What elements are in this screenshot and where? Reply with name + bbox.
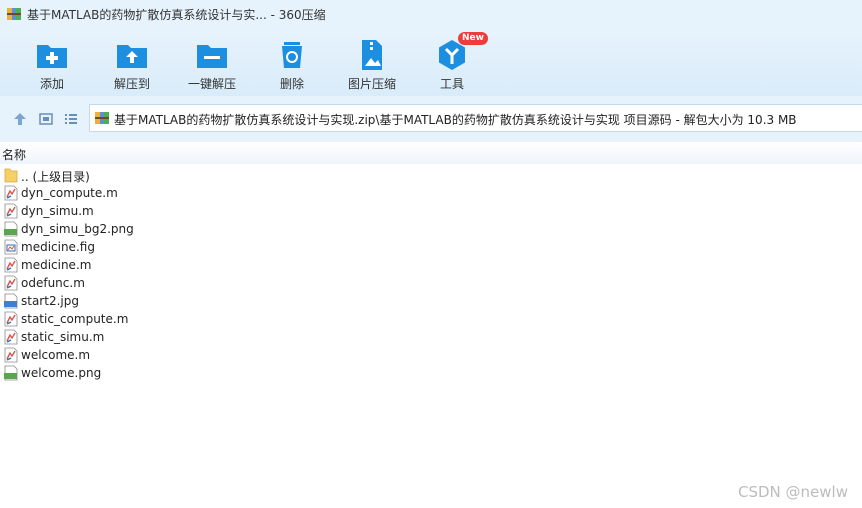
- extract-to-button[interactable]: 解压到: [92, 38, 172, 92]
- file-name: static_compute.m: [21, 312, 129, 326]
- address-bar-area: 基于MATLAB的药物扩散仿真系统设计与实现.zip\基于MATLAB的药物扩散…: [0, 96, 862, 142]
- image-compress-button[interactable]: 图片压缩: [332, 38, 412, 92]
- file-name: medicine.m: [21, 258, 92, 272]
- list-item[interactable]: welcome.m: [0, 346, 862, 364]
- toolbar: 添加 解压到 一键解压 删除 图片压缩 New 工具: [0, 28, 862, 96]
- archive-icon: [95, 112, 109, 124]
- file-name: medicine.fig: [21, 240, 95, 254]
- list-item[interactable]: dyn_simu.m: [0, 202, 862, 220]
- window-title: 基于MATLAB的药物扩散仿真系统设计与实... - 360压缩: [27, 8, 326, 22]
- png-file-icon: [4, 365, 18, 381]
- new-badge: New: [458, 32, 488, 45]
- file-name: dyn_simu_bg2.png: [21, 222, 134, 236]
- archive-app-icon: [7, 8, 21, 20]
- column-header-name[interactable]: 名称: [0, 142, 862, 164]
- up-arrow-icon[interactable]: [12, 111, 28, 127]
- list-item[interactable]: static_compute.m: [0, 310, 862, 328]
- list-item[interactable]: welcome.png: [0, 364, 862, 382]
- tools-button[interactable]: New 工具: [412, 32, 492, 92]
- list-item[interactable]: dyn_compute.m: [0, 184, 862, 202]
- list-item[interactable]: medicine.fig: [0, 238, 862, 256]
- matlab-file-icon: [4, 185, 18, 201]
- one-click-extract-button-label: 一键解压: [187, 77, 236, 91]
- add-button-label: 添加: [39, 77, 64, 91]
- title-bar: 基于MATLAB的药物扩散仿真系统设计与实... - 360压缩: [0, 0, 862, 28]
- watermark: CSDN @newlw: [738, 483, 848, 501]
- matlab-file-icon: [4, 203, 18, 219]
- delete-button[interactable]: 删除: [252, 38, 332, 92]
- png-file-icon: [4, 221, 18, 237]
- list-item-parent-dir[interactable]: .. (上级目录): [0, 166, 862, 184]
- add-button[interactable]: 添加: [12, 38, 92, 92]
- image-compress-button-label: 图片压缩: [347, 77, 396, 91]
- folder-icon: [4, 168, 18, 183]
- list-item[interactable]: start2.jpg: [0, 292, 862, 310]
- extract-to-button-label: 解压到: [113, 77, 150, 91]
- delete-icon: [282, 42, 302, 68]
- one-click-extract-icon: [197, 45, 227, 68]
- file-name: dyn_simu.m: [21, 204, 94, 218]
- one-click-extract-button[interactable]: 一键解压: [172, 38, 252, 92]
- file-name: .. (上级目录): [21, 170, 90, 184]
- thumbnail-view-icon[interactable]: [38, 111, 54, 127]
- file-list: .. (上级目录) dyn_compute.m dyn_simu.m dyn_s…: [0, 166, 862, 382]
- fig-file-icon: [4, 239, 18, 255]
- column-header-name-label: 名称: [2, 148, 27, 162]
- file-name: static_simu.m: [21, 330, 105, 344]
- matlab-file-icon: [4, 311, 18, 327]
- file-name: welcome.png: [21, 366, 102, 380]
- matlab-file-icon: [4, 257, 18, 273]
- list-item[interactable]: medicine.m: [0, 256, 862, 274]
- file-name: dyn_compute.m: [21, 186, 118, 200]
- matlab-file-icon: [4, 347, 18, 363]
- list-item[interactable]: static_simu.m: [0, 328, 862, 346]
- jpg-file-icon: [4, 293, 18, 309]
- tools-button-label: 工具: [439, 77, 464, 91]
- file-name: start2.jpg: [21, 294, 79, 308]
- add-icon: [37, 45, 67, 68]
- file-name: odefunc.m: [21, 276, 85, 290]
- path-text: 基于MATLAB的药物扩散仿真系统设计与实现.zip\基于MATLAB的药物扩散…: [114, 113, 797, 127]
- list-item[interactable]: odefunc.m: [0, 274, 862, 292]
- list-view-icon[interactable]: [63, 111, 79, 127]
- matlab-file-icon: [4, 329, 18, 345]
- path-field[interactable]: 基于MATLAB的药物扩散仿真系统设计与实现.zip\基于MATLAB的药物扩散…: [89, 104, 862, 132]
- file-name: welcome.m: [21, 348, 91, 362]
- delete-button-label: 删除: [279, 77, 304, 91]
- image-compress-icon: [362, 40, 382, 70]
- list-item[interactable]: dyn_simu_bg2.png: [0, 220, 862, 238]
- extract-to-icon: [117, 45, 147, 68]
- matlab-file-icon: [4, 275, 18, 291]
